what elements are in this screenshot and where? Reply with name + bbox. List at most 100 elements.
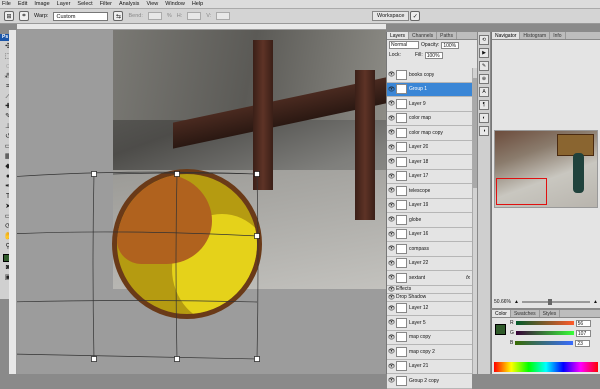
eye-icon[interactable]: 👁 [387, 86, 396, 93]
eye-icon[interactable]: 👁 [387, 348, 396, 355]
eye-icon[interactable]: 👁 [387, 173, 396, 180]
menu-help[interactable]: Help [192, 1, 203, 7]
eye-icon[interactable]: 👁 [387, 144, 396, 151]
layer-row[interactable]: 👁 map copy [387, 330, 472, 345]
mesh-handle[interactable] [91, 171, 97, 177]
menu-filter[interactable]: Filter [100, 1, 112, 7]
layer-row[interactable]: 👁 Layer 19 [387, 198, 472, 213]
eye-icon[interactable]: 👁 [387, 274, 396, 281]
zoom-slider-knob[interactable] [547, 298, 552, 305]
menu-layer[interactable]: Layer [57, 1, 71, 7]
eye-icon[interactable]: 👁 [387, 334, 396, 341]
view-box[interactable] [496, 178, 547, 205]
masks-icon[interactable]: ◑ [479, 126, 489, 136]
warp-toggle-icon[interactable]: ⌗ [19, 11, 29, 21]
layer-row[interactable]: 👁 sextant fx [387, 271, 472, 286]
workspace-button[interactable]: Workspace [372, 11, 410, 21]
channel-value[interactable]: 107 [575, 329, 591, 337]
menu-view[interactable]: View [146, 1, 158, 7]
tab-channels[interactable]: Channels [409, 32, 438, 39]
color-spectrum-bar[interactable] [494, 362, 598, 372]
eye-icon[interactable]: 👁 [387, 129, 396, 136]
layer-row[interactable]: 👁 Layer 17 [387, 169, 472, 184]
eye-icon[interactable]: 👁 [387, 158, 396, 165]
warp-mesh[interactable] [17, 24, 386, 374]
zoom-out-icon[interactable]: ▲ [514, 299, 519, 305]
layer-row[interactable]: 👁 globe [387, 213, 472, 228]
menu-edit[interactable]: Edit [18, 1, 27, 7]
tab-layers[interactable]: Layers [387, 32, 410, 39]
layer-row[interactable]: 👁 Layer 21 [387, 359, 472, 374]
layer-row[interactable]: 👁 books copy [387, 68, 472, 83]
blend-mode-select[interactable]: Normal [389, 41, 419, 49]
clone-source-icon[interactable]: ⊕ [479, 74, 489, 84]
channel-slider[interactable] [515, 321, 574, 325]
mesh-handle[interactable] [174, 356, 180, 362]
eye-icon[interactable]: 👁 [387, 363, 396, 370]
brushes-icon[interactable]: ✎ [479, 61, 489, 71]
eye-icon[interactable]: 👁 [387, 245, 396, 252]
effect-item-row[interactable]: 👁 Drop Shadow [387, 293, 472, 302]
zoom-percent[interactable]: 50.66% [494, 299, 511, 305]
navigator-thumbnail[interactable] [494, 130, 598, 208]
mesh-handle[interactable] [254, 356, 260, 362]
eye-icon[interactable]: 👁 [387, 216, 396, 223]
tab-paths[interactable]: Paths [437, 32, 457, 39]
tab-color[interactable]: Color [492, 310, 511, 317]
layer-row[interactable]: 👁 Layer 9 [387, 97, 472, 112]
tab-info[interactable]: Info [550, 32, 566, 39]
eye-icon[interactable]: 👁 [387, 319, 396, 326]
actions-icon[interactable]: ▶ [479, 48, 489, 58]
history-icon[interactable]: ⟲ [479, 35, 489, 45]
eye-icon[interactable]: 👁 [387, 231, 396, 238]
tab-styles[interactable]: Styles [540, 310, 561, 317]
channel-slider[interactable] [515, 341, 574, 345]
foreground-color-chip[interactable] [495, 324, 506, 335]
eye-icon[interactable]: 👁 [387, 100, 396, 107]
mesh-handle[interactable] [254, 233, 260, 239]
eye-icon[interactable]: 👁 [387, 286, 396, 293]
fx-icon[interactable]: fx [466, 275, 470, 281]
eye-icon[interactable]: 👁 [387, 115, 396, 122]
layer-row[interactable]: 👁 Group 2 copy [387, 374, 472, 389]
layer-row[interactable]: 👁 compass [387, 242, 472, 257]
menu-select[interactable]: Select [77, 1, 92, 7]
menu-window[interactable]: Window [165, 1, 185, 7]
menu-file[interactable]: File [2, 1, 11, 7]
layer-row[interactable]: 👁 Layer 12 [387, 301, 472, 316]
eye-icon[interactable]: 👁 [387, 294, 396, 301]
channel-value[interactable]: 23 [575, 339, 591, 347]
eye-icon[interactable]: 👁 [387, 187, 396, 194]
mesh-handle[interactable] [91, 356, 97, 362]
opacity-field[interactable]: 100% [441, 41, 460, 49]
eye-icon[interactable]: 👁 [387, 202, 396, 209]
layer-row[interactable]: 👁 color map [387, 111, 472, 126]
menu-image[interactable]: Image [34, 1, 49, 7]
layer-row[interactable]: 👁 Layer 18 [387, 155, 472, 170]
eye-icon[interactable]: 👁 [387, 377, 396, 384]
layer-row[interactable]: 👁 color map copy [387, 126, 472, 141]
effects-row[interactable]: 👁 Effects [387, 285, 472, 294]
tab-swatches[interactable]: Swatches [511, 310, 540, 317]
fill-field[interactable]: 100% [424, 51, 443, 59]
adjustments-icon[interactable]: ◐ [479, 113, 489, 123]
channel-slider[interactable] [515, 331, 574, 335]
eye-icon[interactable]: 👁 [387, 71, 396, 78]
zoom-in-icon[interactable]: ▲ [593, 299, 598, 305]
commit-transform-icon[interactable]: ✓ [410, 11, 421, 21]
mesh-handle[interactable] [174, 171, 180, 177]
layer-row[interactable]: 👁 Layer 16 [387, 227, 472, 242]
tab-navigator[interactable]: Navigator [492, 32, 521, 39]
mesh-handle[interactable] [254, 171, 260, 177]
layer-row[interactable]: 👁 Layer 20 [387, 140, 472, 155]
eye-icon[interactable]: 👁 [387, 305, 396, 312]
character-icon[interactable]: A [479, 87, 489, 97]
tab-histogram[interactable]: Histogram [520, 32, 551, 39]
layer-row[interactable]: 👁 Layer 5 [387, 316, 472, 331]
layer-row-selected[interactable]: 👁 Group 1 [387, 82, 472, 97]
document-canvas[interactable] [17, 24, 386, 374]
layer-row[interactable]: 👁 telescope [387, 184, 472, 199]
zoom-slider[interactable] [521, 298, 591, 305]
menu-analysis[interactable]: Analysis [119, 1, 139, 7]
layer-row[interactable]: 👁 Layer 22 [387, 256, 472, 271]
